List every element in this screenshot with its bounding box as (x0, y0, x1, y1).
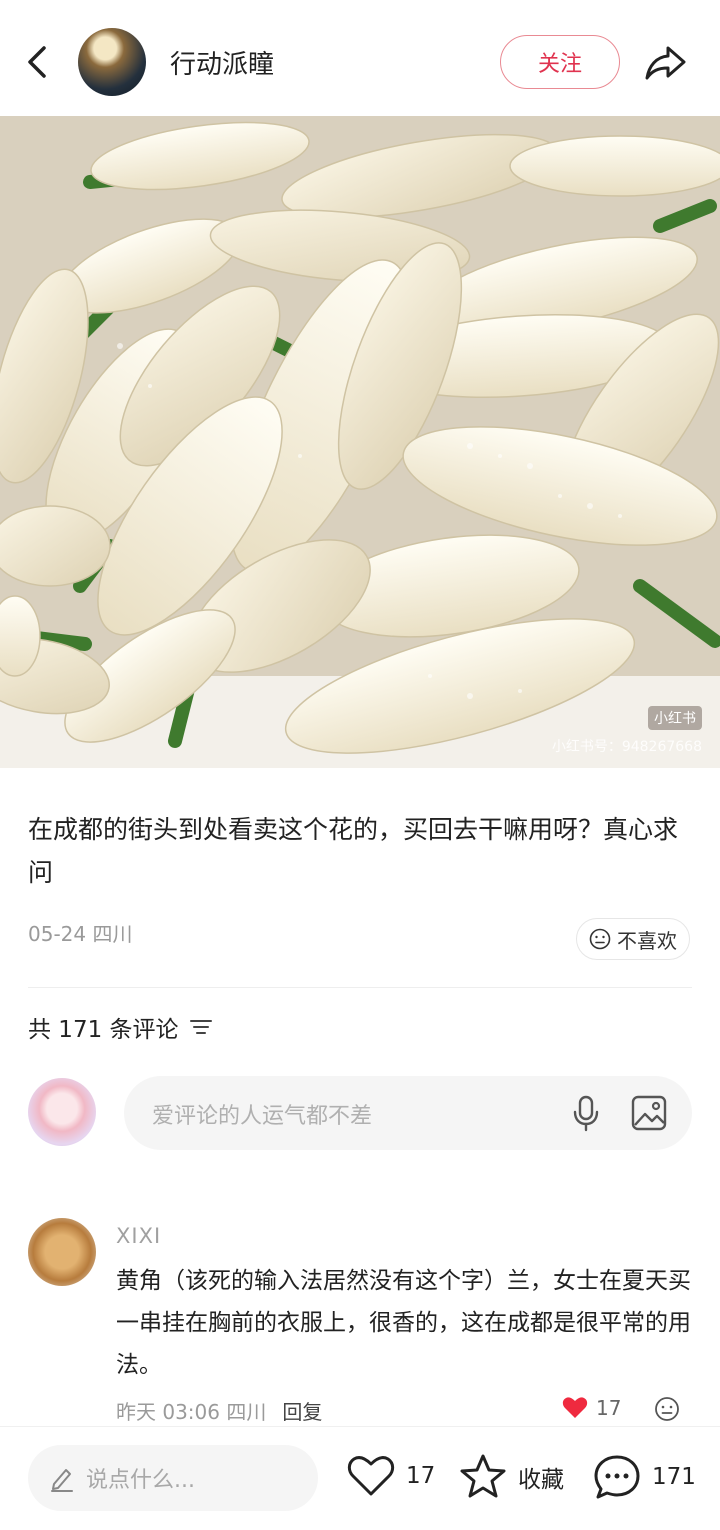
dislike-button[interactable]: 不喜欢 (576, 918, 690, 960)
collect-label: 收藏 (518, 1467, 564, 1493)
heart-filled-icon (562, 1397, 588, 1418)
bottom-action-bar: 说点什么... 17 收藏 171 (0, 1426, 720, 1530)
flower-image (0, 116, 720, 768)
comment-count-header: 共 171 条评论 (28, 1010, 213, 1044)
neutral-face-icon (589, 928, 611, 950)
watermark-logo: 小红书 (648, 706, 702, 730)
like-button[interactable]: 17 (346, 1453, 435, 1499)
heart-outline-icon (347, 1456, 395, 1496)
comment-time: 昨天 03:06 四川 (116, 1400, 267, 1424)
comment-text: 黄角（该死的输入法居然没有这个字）兰，女士在夏天买一串挂在胸前的衣服上，很香的，… (116, 1268, 691, 1378)
comment-like-count: 17 (596, 1396, 622, 1420)
reply-button[interactable]: 回复 (282, 1396, 322, 1425)
collect-button[interactable]: 收藏 (458, 1453, 564, 1501)
top-bar: 行动派瞳 关注 (0, 0, 720, 116)
author-avatar[interactable] (78, 28, 146, 96)
commenter-avatar[interactable] (28, 1218, 96, 1286)
comment-input-placeholder: 爱评论的人运气都不差 (152, 1104, 373, 1129)
post-photo[interactable]: 小红书 小红书号：948267668 (0, 116, 720, 768)
comment-meta: 昨天 03:06 四川 回复 (116, 1396, 322, 1425)
comment-count-text: 共 171 条评论 (28, 1017, 179, 1043)
share-icon[interactable] (642, 40, 690, 84)
image-upload-icon[interactable] (630, 1094, 668, 1132)
star-outline-icon (460, 1454, 506, 1498)
back-arrow-icon[interactable] (22, 40, 54, 84)
watermark-id: 小红书号：948267668 (551, 739, 702, 755)
dislike-label: 不喜欢 (617, 928, 677, 953)
comment-like-button[interactable]: 17 (562, 1396, 621, 1420)
divider (28, 987, 692, 988)
post-description: 在成都的街头到处看卖这个花的，买回去干嘛用呀？真心求问 (28, 815, 679, 887)
follow-button[interactable]: 关注 (500, 35, 620, 89)
say-something-input[interactable]: 说点什么... (28, 1445, 318, 1511)
post-date-location: 05-24 四川 (28, 922, 133, 946)
microphone-icon[interactable] (570, 1093, 602, 1133)
say-something-placeholder: 说点什么... (86, 1468, 195, 1493)
commenter-name[interactable]: XIXI (116, 1224, 161, 1248)
like-count: 17 (406, 1463, 436, 1489)
author-name[interactable]: 行动派瞳 (170, 44, 274, 81)
comment-bubble-icon (594, 1455, 640, 1499)
comment-button[interactable]: 171 (592, 1453, 696, 1501)
comment-input[interactable]: 爱评论的人运气都不差 (124, 1076, 692, 1150)
sort-filter-icon[interactable] (189, 1017, 213, 1037)
comment-dislike-icon[interactable] (654, 1396, 680, 1422)
my-avatar (28, 1078, 96, 1146)
comment-count: 171 (652, 1464, 696, 1490)
pencil-icon (51, 1469, 73, 1492)
